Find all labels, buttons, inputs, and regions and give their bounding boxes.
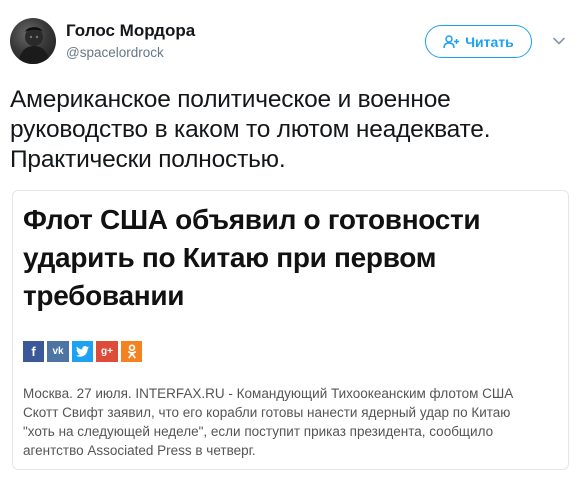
vk-icon[interactable]: vk	[47, 341, 69, 362]
card-description-line: Скотт Свифт заявил, что его корабли гото…	[23, 405, 511, 420]
avatar-image	[18, 27, 50, 64]
card-headline-line: ударить по Китаю при первом	[23, 242, 437, 273]
tweet-text: Американское политическое и военное руко…	[10, 85, 575, 175]
avatar[interactable]	[10, 18, 56, 64]
share-buttons: f vk g+	[23, 341, 142, 362]
tweet-header: Голос Мордора @spacelordrock Читать	[9, 12, 574, 72]
twitter-icon[interactable]	[72, 341, 93, 362]
user-name[interactable]: Голос Мордора	[66, 21, 195, 41]
card-headline-line: требовании	[23, 280, 185, 311]
tweet-text-line: Практически полностью.	[10, 146, 286, 173]
card-description-line: агентство Associated Press в четверг.	[23, 443, 256, 458]
add-user-icon	[443, 34, 460, 48]
facebook-icon[interactable]: f	[23, 341, 44, 362]
card-description-line: Москва. 27 июля. INTERFAX.RU - Командующ…	[23, 386, 514, 401]
card-headline-line: Флот США объявил о готовности	[23, 204, 481, 235]
chevron-down-icon[interactable]	[552, 34, 566, 48]
ok-glyph-icon	[127, 344, 136, 359]
card-description-line: "хоть на следующей неделе", если поступи…	[23, 424, 494, 439]
tweet-text-line: Американское политическое и военное	[10, 86, 451, 113]
tweet-text-line: руководство в каком то лютом неадеквате.	[10, 116, 491, 143]
google-plus-icon[interactable]: g+	[96, 341, 118, 362]
odnoklassniki-icon[interactable]	[121, 341, 142, 362]
twitter-bird-icon	[76, 346, 89, 357]
follow-button-label: Читать	[465, 33, 514, 50]
card-headline: Флот США объявил о готовности ударить по…	[23, 201, 553, 315]
link-card[interactable]: Флот США объявил о готовности ударить по…	[12, 190, 569, 470]
card-description: Москва. 27 июля. INTERFAX.RU - Командующ…	[23, 384, 563, 460]
follow-button[interactable]: Читать	[425, 25, 532, 58]
user-handle[interactable]: @spacelordrock	[66, 45, 164, 60]
